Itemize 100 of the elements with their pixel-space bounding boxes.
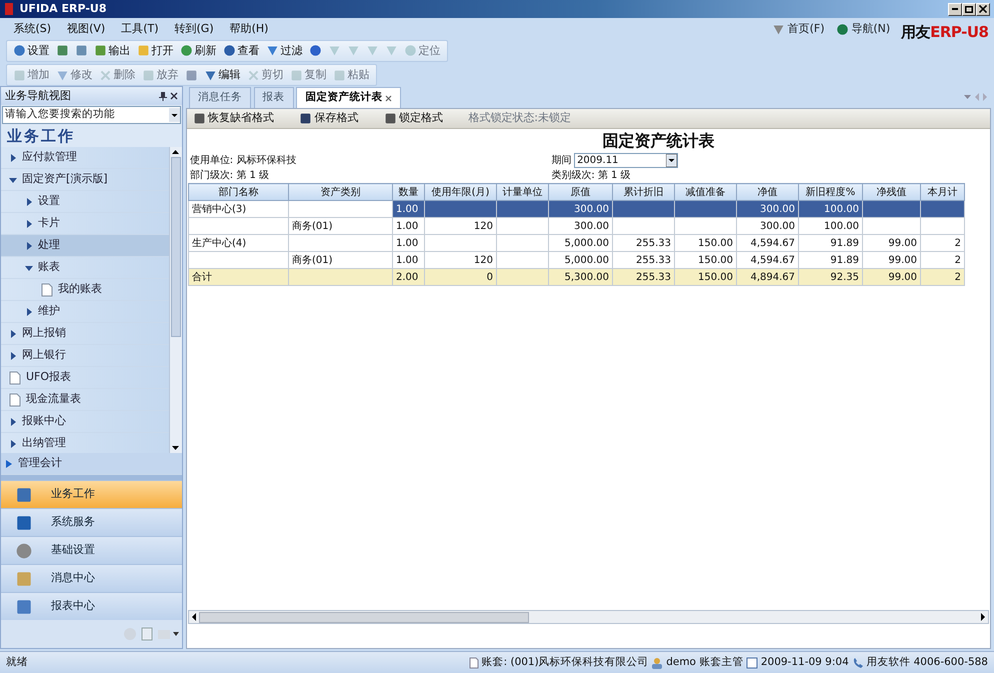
format-lock-status: 格式锁定状态:未锁定	[465, 109, 574, 128]
delete-icon	[98, 68, 112, 82]
info-text: 使用单位: 风标环保科技	[190, 154, 296, 168]
table-cell	[612, 218, 674, 234]
tab[interactable]: 固定资产统计表	[296, 87, 401, 108]
table-cell	[862, 218, 920, 234]
tree-item[interactable]: 管理会计	[1, 453, 182, 475]
navigation-link[interactable]: 导航(N)	[836, 20, 890, 38]
user-icon	[651, 656, 664, 668]
account-text: 账套: (001)风标环保科技有限公司	[482, 654, 649, 670]
collapsed-arrow-icon	[9, 154, 17, 162]
date-time-text: 2009-11-09 9:04	[760, 654, 849, 670]
tree-item[interactable]: 处理	[1, 235, 169, 257]
column-header[interactable]: 减值准备	[674, 184, 736, 200]
column-header[interactable]: 数量	[392, 184, 424, 200]
nav-button[interactable]: 业务工作	[1, 480, 182, 508]
collapsed-arrow-icon	[9, 352, 17, 360]
pencil-button[interactable]: 编辑	[200, 66, 244, 84]
collapsed-arrow-icon	[9, 330, 17, 338]
nav-button[interactable]: 系统服务	[1, 508, 182, 536]
table-cell	[496, 268, 548, 286]
vendor-text: 用友软件 4006-600-588	[866, 654, 988, 670]
refresh-button[interactable]: 刷新	[176, 42, 220, 60]
table-cell: 5,300.00	[548, 268, 612, 286]
table-cell: 300.00	[736, 200, 798, 218]
menu-item[interactable]: 工具(T)	[113, 20, 166, 38]
nav-button[interactable]: 基础设置	[1, 536, 182, 564]
column-header[interactable]: 使用年限(月)	[424, 184, 496, 200]
collapsed-arrow-icon	[25, 308, 33, 316]
save-format-button[interactable]: 保存格式	[296, 109, 362, 128]
minimize-button[interactable]	[948, 2, 962, 16]
table-cell: 99.00	[862, 234, 920, 252]
column-header[interactable]: 新旧程度%	[798, 184, 862, 200]
table-cell: 合计	[188, 268, 288, 286]
expanded-arrow-icon	[25, 264, 33, 272]
document-icon	[41, 282, 53, 296]
restore-format-button[interactable]: 恢复缺省格式	[190, 109, 277, 128]
calendar-icon	[746, 656, 758, 668]
phone-icon	[852, 656, 864, 668]
column-header[interactable]: 累计折旧	[612, 184, 674, 200]
minimize-icon	[952, 8, 958, 10]
table-cell	[496, 200, 548, 218]
column-header[interactable]: 资产类别	[288, 184, 392, 200]
table-cell: 150.00	[674, 268, 736, 286]
collapsed-arrow-icon	[9, 440, 17, 448]
tree-item[interactable]: UFO报表	[1, 367, 169, 389]
column-header[interactable]: 本月计	[920, 184, 964, 200]
tree-item[interactable]: 我的账表	[1, 279, 169, 301]
period-select[interactable]: 2009.11	[574, 153, 678, 168]
export-button[interactable]: 输出	[90, 42, 134, 60]
column-header[interactable]: 原值	[548, 184, 612, 200]
nav-button[interactable]: 报表中心	[1, 592, 182, 620]
menu-item[interactable]: 帮助(H)	[222, 20, 276, 38]
document-icon	[468, 656, 479, 668]
tab-left-icon	[974, 93, 980, 101]
table-cell: 300.00	[736, 218, 798, 234]
tab[interactable]: 报表	[254, 87, 294, 108]
close-button[interactable]	[976, 2, 990, 16]
table-cell: 150.00	[674, 234, 736, 252]
column-header[interactable]: 净值	[736, 184, 798, 200]
status-text: 就绪	[6, 654, 28, 670]
menu-item[interactable]: 系统(S)	[6, 20, 60, 38]
collapsed-arrow-icon	[25, 198, 33, 206]
close-icon	[170, 92, 178, 100]
table-cell: 99.00	[862, 268, 920, 286]
lock-format-button[interactable]: 锁定格式	[380, 109, 446, 128]
menu-item[interactable]: 视图(V)	[59, 20, 114, 38]
table-cell	[424, 234, 496, 252]
binoculars-button[interactable]: 查看	[220, 42, 262, 60]
app-icon	[4, 3, 14, 15]
user-gear-button[interactable]: 设置	[10, 42, 52, 60]
column-header[interactable]: 净残值	[862, 184, 920, 200]
home-link[interactable]: 首页(F)	[772, 20, 825, 38]
table-cell: 5,000.00	[548, 234, 612, 252]
scrollbar[interactable]	[169, 147, 182, 453]
section-title: 业务工作	[6, 126, 76, 147]
horizontal-scrollbar[interactable]	[188, 610, 989, 624]
table-cell: 生产中心(4)	[188, 234, 288, 252]
user-text: demo 账套主管	[666, 654, 744, 670]
close-icon	[385, 94, 392, 102]
table-cell: 255.33	[612, 234, 674, 252]
info-text: 类别级次: 第 1 级	[551, 168, 632, 183]
nav-button[interactable]: 消息中心	[1, 564, 182, 592]
table-cell	[920, 218, 964, 234]
table-cell: 120	[424, 218, 496, 234]
tab[interactable]: 消息任务	[188, 87, 251, 108]
filter-button[interactable]: 过滤	[262, 42, 306, 60]
table-cell: 商务(01)	[288, 218, 392, 234]
table-cell: 300.00	[548, 200, 612, 218]
tree-item[interactable]: 现金流量表	[1, 389, 169, 411]
table-cell	[496, 218, 548, 234]
menu-item[interactable]: 转到(G)	[166, 20, 222, 38]
globe-icon	[836, 22, 849, 36]
column-header[interactable]: 部门名称	[188, 184, 288, 200]
expanded-arrow-icon	[9, 176, 17, 184]
column-header[interactable]: 计量单位	[496, 184, 548, 200]
folder-button[interactable]: 打开	[134, 42, 176, 60]
search-field[interactable]: 请输入您要搜索的功能	[2, 106, 181, 124]
maximize-button[interactable]	[962, 2, 976, 16]
scroll-right-icon	[978, 612, 988, 622]
